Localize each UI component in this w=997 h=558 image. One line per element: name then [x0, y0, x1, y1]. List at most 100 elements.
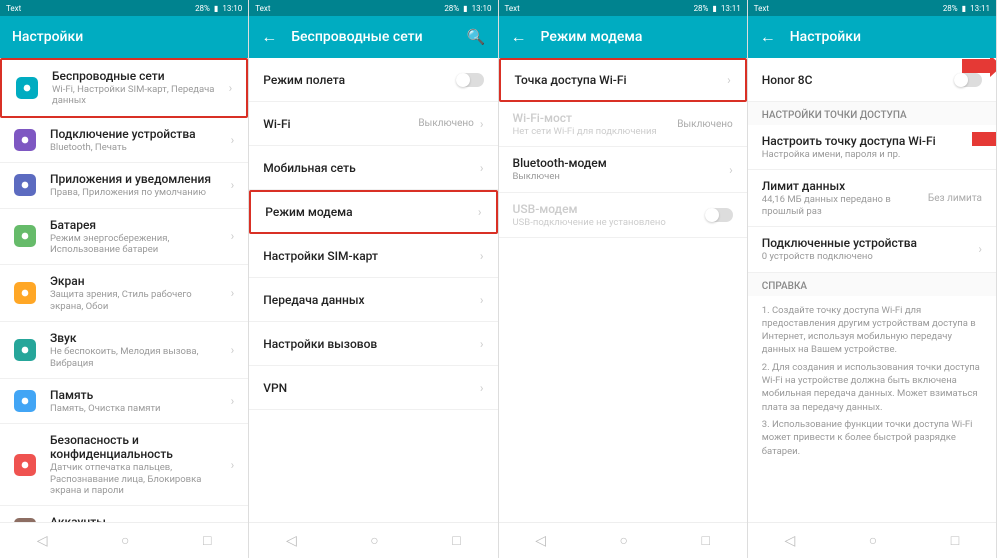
row-title: Настройки вызовов	[263, 337, 474, 351]
settings-row[interactable]: Подключение устройства Bluetooth, Печать…	[0, 118, 248, 163]
settings-row[interactable]: Батарея Режим энергосбережения, Использо…	[0, 209, 248, 266]
wireless-row[interactable]: Передача данных ›	[249, 278, 497, 322]
row-title: Память	[50, 388, 225, 402]
wireless-row[interactable]: Настройки SIM-карт ›	[249, 234, 497, 278]
toggle[interactable]	[456, 73, 484, 87]
settings-row[interactable]: Аккаунты Добавление/управление профилями…	[0, 506, 248, 522]
nav-recent[interactable]: □	[702, 532, 710, 549]
row-title: Беспроводные сети	[52, 69, 223, 83]
hotspot-toggle[interactable]	[954, 73, 982, 87]
nav-home[interactable]: ○	[620, 532, 628, 549]
chevron-icon: ›	[231, 394, 235, 408]
row-value: Без лимита	[928, 193, 982, 204]
back-icon[interactable]: ←	[261, 27, 277, 47]
row-title: Безопасность и конфиденциальность	[50, 433, 225, 461]
header: ← Режим модема	[499, 16, 747, 58]
section-header: НАСТРОЙКИ ТОЧКИ ДОСТУПА	[748, 102, 996, 125]
row-title: USB-модем	[513, 202, 705, 216]
settings-row[interactable]: Беспроводные сети Wi-Fi, Настройки SIM-к…	[0, 58, 248, 118]
hotspot-content: Honor 8C НАСТРОЙКИ ТОЧКИ ДОСТУПА Настрои…	[748, 58, 996, 522]
toggle[interactable]	[705, 208, 733, 222]
tethering-row[interactable]: Bluetooth-модемВыключен ›	[499, 147, 747, 192]
settings-row[interactable]: Приложения и уведомления Права, Приложен…	[0, 163, 248, 208]
row-sub: Wi-Fi, Настройки SIM-карт, Передача данн…	[52, 84, 223, 107]
nav-recent[interactable]: □	[951, 532, 959, 549]
row-title: Лимит данных	[762, 179, 922, 193]
data-limit-row[interactable]: Лимит данных 44,16 МБ данных передано в …	[748, 170, 996, 227]
row-title: Аккаунты	[50, 515, 225, 522]
row-icon	[14, 390, 36, 412]
row-title: Точка доступа Wi-Fi	[515, 73, 722, 87]
settings-row[interactable]: Память Память, Очистка памяти ›	[0, 379, 248, 424]
search-icon[interactable]: 🔍	[467, 28, 486, 46]
row-title: Приложения и уведомления	[50, 172, 225, 186]
row-sub: USB-подключение не установлено	[513, 217, 705, 228]
nav-back[interactable]: ◁	[37, 533, 48, 549]
nav-home[interactable]: ○	[121, 532, 129, 549]
hotspot-toggle-row[interactable]: Honor 8C	[748, 58, 996, 102]
navbar: ◁ ○ □	[249, 522, 497, 558]
chevron-icon: ›	[478, 205, 482, 219]
page-title: Беспроводные сети	[291, 29, 467, 45]
nav-home[interactable]: ○	[869, 532, 877, 549]
nav-back[interactable]: ◁	[286, 533, 297, 549]
tethering-row[interactable]: Точка доступа Wi-Fi ›	[499, 58, 747, 102]
help-header: СПРАВКА	[748, 273, 996, 296]
statusbar: Text 28%▮13:10	[0, 0, 248, 16]
chevron-icon: ›	[480, 337, 484, 351]
nav-recent[interactable]: □	[203, 532, 211, 549]
chevron-icon: ›	[480, 117, 484, 131]
row-title: Экран	[50, 274, 225, 288]
row-title: VPN	[263, 381, 474, 395]
screen-tethering: Text 28%▮13:11 ← Режим модема Точка дост…	[499, 0, 748, 558]
tethering-row: USB-модемUSB-подключение не установлено	[499, 193, 747, 238]
row-title: Настройки SIM-карт	[263, 249, 474, 263]
row-sub: Память, Очистка памяти	[50, 403, 225, 414]
back-icon[interactable]: ←	[511, 27, 527, 47]
wireless-row[interactable]: VPN ›	[249, 366, 497, 410]
connected-devices-row[interactable]: Подключенные устройства 0 устройств подк…	[748, 227, 996, 272]
row-sub: Настройка имени, пароля и пр.	[762, 149, 982, 160]
settings-row[interactable]: Экран Защита зрения, Стиль рабочего экра…	[0, 265, 248, 322]
row-icon	[14, 339, 36, 361]
navbar: ◁ ○ □	[748, 522, 996, 558]
nav-back[interactable]: ◁	[535, 533, 546, 549]
back-icon[interactable]: ←	[760, 27, 776, 47]
settings-list: Беспроводные сети Wi-Fi, Настройки SIM-к…	[0, 58, 248, 522]
page-title: Настройки	[790, 29, 984, 45]
nav-back[interactable]: ◁	[785, 533, 796, 549]
chevron-icon: ›	[480, 381, 484, 395]
tethering-list: Точка доступа Wi-Fi › Wi-Fi-мостНет сети…	[499, 58, 747, 522]
settings-row[interactable]: Безопасность и конфиденциальность Датчик…	[0, 424, 248, 506]
chevron-icon: ›	[229, 81, 233, 95]
chevron-icon: ›	[727, 73, 731, 87]
wireless-row[interactable]: Wi-Fi Выключено›	[249, 102, 497, 146]
header: ← Настройки	[748, 16, 996, 58]
configure-hotspot-row[interactable]: Настроить точку доступа Wi-Fi Настройка …	[748, 125, 996, 170]
nav-recent[interactable]: □	[452, 532, 460, 549]
chevron-icon: ›	[729, 163, 733, 177]
wireless-row[interactable]: Настройки вызовов ›	[249, 322, 497, 366]
statusbar: Text 28%▮13:11	[499, 0, 747, 16]
row-icon	[16, 77, 38, 99]
row-sub: Права, Приложения по умолчанию	[50, 187, 225, 198]
chevron-icon: ›	[231, 133, 235, 147]
row-icon	[14, 518, 36, 522]
chevron-icon: ›	[231, 229, 235, 243]
header: Настройки	[0, 16, 248, 58]
navbar: ◁ ○ □	[499, 522, 747, 558]
screen-settings: Text 28%▮13:10 Настройки Беспроводные се…	[0, 0, 249, 558]
nav-home[interactable]: ○	[370, 532, 378, 549]
settings-row[interactable]: Звук Не беспокоить, Мелодия вызова, Вибр…	[0, 322, 248, 379]
row-title: Настроить точку доступа Wi-Fi	[762, 134, 982, 148]
row-sub: Защита зрения, Стиль рабочего экрана, Об…	[50, 289, 225, 312]
statusbar: Text 28%▮13:11	[748, 0, 996, 16]
wireless-row[interactable]: Режим полета	[249, 58, 497, 102]
wireless-row[interactable]: Режим модема ›	[249, 190, 497, 234]
row-title: Wi-Fi-мост	[513, 111, 672, 125]
row-title: Режим модема	[265, 205, 472, 219]
wireless-row[interactable]: Мобильная сеть ›	[249, 146, 497, 190]
chevron-icon: ›	[480, 249, 484, 263]
chevron-icon: ›	[231, 178, 235, 192]
chevron-icon: ›	[480, 293, 484, 307]
